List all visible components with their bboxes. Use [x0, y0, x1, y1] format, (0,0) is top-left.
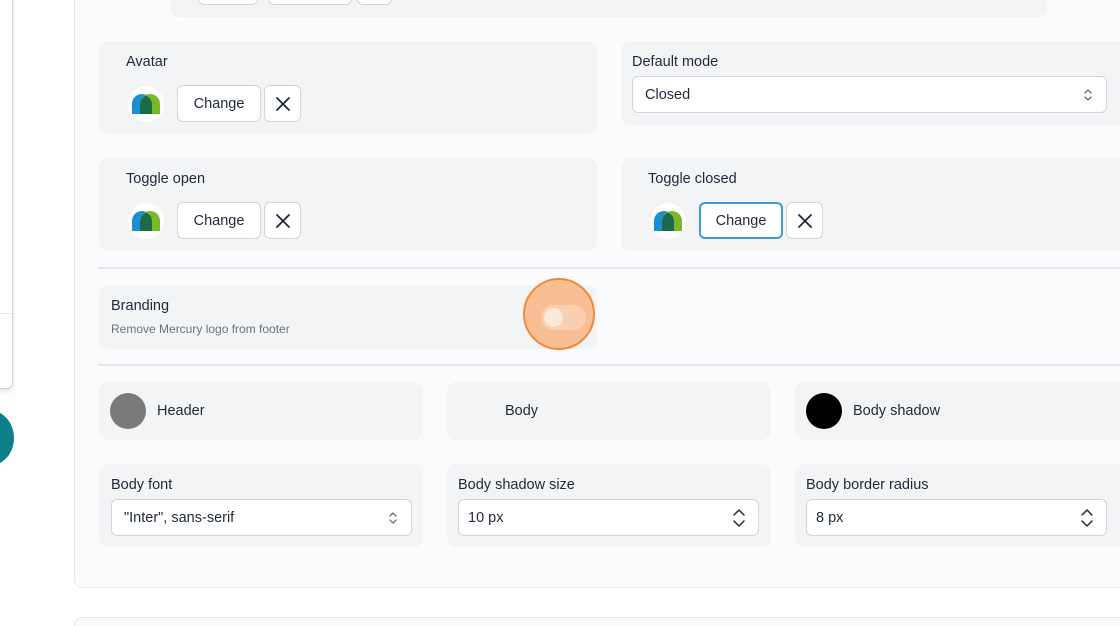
header-color-label: Header	[157, 403, 205, 419]
header-color-panel	[99, 382, 423, 440]
avatar-panel	[99, 41, 597, 134]
section-divider	[98, 267, 1120, 269]
toggle-knob	[544, 308, 563, 327]
branding-toggle[interactable]	[541, 305, 586, 330]
body-color-swatch[interactable]	[458, 393, 494, 429]
section-divider	[98, 364, 1120, 366]
avatar-logo-icon	[128, 86, 164, 122]
next-settings-card	[74, 617, 1120, 626]
body-border-radius-value: 8 px	[816, 509, 844, 526]
body-shadow-color-label: Body shadow	[853, 403, 941, 419]
body-font-select[interactable]: "Inter", sans-serif	[111, 499, 412, 536]
body-color-label: Body	[505, 403, 539, 419]
default-mode-label: Default mode	[632, 54, 719, 70]
header-color-swatch[interactable]	[110, 393, 146, 429]
toggle-closed-remove-button[interactable]	[786, 202, 823, 239]
toggle-open-label: Toggle open	[126, 171, 206, 187]
body-border-radius-label: Body border radius	[806, 477, 929, 493]
avatar-label: Avatar	[126, 54, 168, 70]
top-change-button[interactable]	[268, 0, 352, 5]
close-icon	[275, 213, 290, 228]
toggle-open-remove-button[interactable]	[264, 202, 301, 239]
branding-label: Branding	[111, 298, 170, 314]
launcher-button[interactable]	[0, 410, 14, 466]
chevron-updown-icon	[1084, 89, 1092, 101]
default-mode-value: Closed	[645, 86, 691, 103]
body-font-value: "Inter", sans-serif	[124, 509, 235, 526]
side-panel-divider	[0, 313, 12, 314]
stepper-icon[interactable]	[1080, 508, 1094, 528]
close-icon	[275, 96, 290, 111]
avatar-change-button[interactable]: Change	[177, 85, 261, 122]
body-color-panel	[447, 382, 771, 440]
body-shadow-size-input[interactable]: 10 px	[458, 499, 759, 536]
branding-description: Remove Mercury logo from footer	[111, 322, 290, 336]
body-border-radius-input[interactable]: 8 px	[806, 499, 1107, 536]
toggle-closed-label: Toggle closed	[648, 171, 737, 187]
stepper-icon[interactable]	[732, 508, 746, 528]
toggle-closed-logo-icon	[650, 203, 686, 239]
body-font-label: Body font	[111, 477, 173, 493]
side-panel-edge	[0, 0, 13, 389]
default-mode-select[interactable]: Closed	[632, 76, 1107, 113]
toggle-open-change-button[interactable]: Change	[177, 202, 261, 239]
body-shadow-size-value: 10 px	[468, 509, 504, 526]
avatar-remove-button[interactable]	[264, 85, 301, 122]
close-icon	[797, 213, 812, 228]
top-remove-button[interactable]	[357, 0, 392, 5]
toggle-closed-change-button[interactable]: Change	[699, 202, 783, 239]
body-shadow-size-label: Body shadow size	[458, 477, 575, 493]
body-shadow-color-swatch[interactable]	[806, 393, 842, 429]
top-avatar-stub	[198, 0, 258, 5]
toggle-open-logo-icon	[128, 203, 164, 239]
body-shadow-color-panel	[795, 382, 1120, 440]
chevron-updown-icon	[389, 512, 397, 524]
